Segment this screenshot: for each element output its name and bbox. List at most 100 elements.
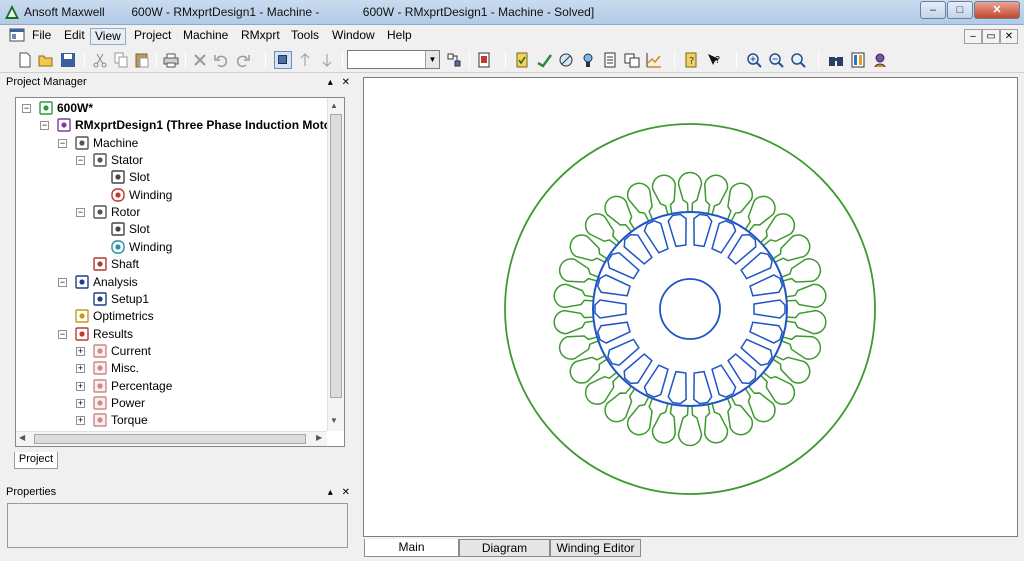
- context-help-icon[interactable]: ?: [705, 51, 723, 69]
- stator-slot-outline: [677, 171, 703, 213]
- zoom-in-icon[interactable]: [745, 51, 763, 69]
- expand-icon[interactable]: +: [76, 364, 85, 374]
- project-icon: [39, 101, 53, 115]
- cut-icon[interactable]: [91, 51, 109, 69]
- scroll-left-icon[interactable]: ◀: [19, 433, 25, 442]
- menu-file[interactable]: File: [28, 28, 55, 45]
- expand-icon[interactable]: +: [76, 416, 85, 426]
- menu-view[interactable]: View: [90, 28, 126, 45]
- mdi-close-button[interactable]: ✕: [1000, 29, 1018, 44]
- collapse-icon[interactable]: −: [40, 121, 49, 131]
- select-mode-icon[interactable]: [274, 51, 292, 69]
- tree-item-label: Analysis: [93, 274, 138, 289]
- move-down-icon[interactable]: [318, 51, 336, 69]
- print-icon[interactable]: [162, 51, 180, 69]
- pin-icon[interactable]: ▴: [328, 487, 333, 498]
- zoom-out-icon[interactable]: [767, 51, 785, 69]
- scroll-up-icon[interactable]: ▲: [330, 101, 338, 110]
- new-file-icon[interactable]: [16, 51, 34, 69]
- optimetrics-icon[interactable]: [579, 51, 597, 69]
- open-folder-icon[interactable]: [37, 51, 55, 69]
- window-title: Ansoft Maxwell 600W - RMxprtDesign1 - Ma…: [24, 5, 595, 19]
- scroll-right-icon[interactable]: ▶: [316, 433, 322, 442]
- stator-slot: [744, 385, 776, 423]
- tree-horizontal-scrollbar[interactable]: ◀ ▶: [16, 431, 327, 446]
- tree-item-label: Slot: [129, 170, 150, 185]
- menu-window[interactable]: Window: [328, 28, 379, 45]
- save-icon[interactable]: [59, 51, 77, 69]
- svg-text:?: ?: [715, 55, 720, 66]
- panel-close-icon[interactable]: ✕: [342, 487, 350, 498]
- design-properties-icon[interactable]: [871, 51, 889, 69]
- zoom-fit-icon[interactable]: [789, 51, 807, 69]
- analyze-all-icon[interactable]: [557, 51, 575, 69]
- pin-icon[interactable]: ▴: [328, 77, 333, 88]
- tab-winding-editor[interactable]: Winding Editor: [550, 539, 641, 557]
- collapse-icon[interactable]: −: [76, 156, 85, 166]
- undo-icon[interactable]: [212, 51, 230, 69]
- tree-item-label: Percentage: [111, 378, 173, 393]
- setup-icon: [93, 292, 107, 306]
- toolbar-separator: [342, 51, 343, 69]
- tree-item-label: Current: [111, 343, 152, 358]
- menu-tools[interactable]: Tools: [287, 28, 323, 45]
- stator-slot: [786, 283, 827, 309]
- toolbar-separator: [185, 51, 186, 69]
- collapse-icon[interactable]: −: [58, 329, 67, 339]
- analyze-icon[interactable]: [535, 51, 553, 69]
- tree-vertical-scrollbar[interactable]: ▲ ▼: [327, 98, 344, 431]
- report-icon[interactable]: [623, 51, 641, 69]
- slot-icon: [111, 170, 125, 185]
- menu-project[interactable]: Project: [130, 28, 175, 45]
- mdi-minimize-button[interactable]: –: [964, 29, 982, 44]
- help-topics-icon[interactable]: ?: [683, 51, 701, 69]
- expand-icon[interactable]: +: [76, 398, 85, 408]
- mdi-restore-button[interactable]: ▭: [982, 29, 1000, 44]
- minimize-button[interactable]: –: [920, 1, 946, 19]
- vertical-scroll-thumb[interactable]: [330, 114, 342, 398]
- chart-icon[interactable]: [645, 51, 663, 69]
- view-combo[interactable]: ▼: [347, 50, 440, 69]
- collapse-icon[interactable]: −: [22, 104, 31, 113]
- machine-view-canvas[interactable]: [363, 77, 1018, 537]
- delete-icon[interactable]: [191, 51, 209, 69]
- collapse-icon[interactable]: −: [58, 138, 67, 148]
- scroll-down-icon[interactable]: ▼: [330, 416, 338, 425]
- tree-item-label: Shaft: [111, 257, 140, 272]
- tab-main[interactable]: Main: [364, 539, 459, 557]
- tree-item-label: Slot: [129, 222, 150, 237]
- validate-icon[interactable]: [513, 51, 531, 69]
- redo-icon[interactable]: [234, 51, 252, 69]
- machine-library-icon[interactable]: [475, 51, 493, 69]
- paste-icon[interactable]: [133, 51, 151, 69]
- expand-icon[interactable]: +: [76, 381, 85, 391]
- project-tree: −600W* − RMxprtDesign1 (Three Phase Induct…: [15, 97, 345, 447]
- rotor-slot-outline: [594, 299, 627, 319]
- chevron-down-icon[interactable]: ▼: [425, 51, 439, 68]
- close-button[interactable]: ✕: [974, 1, 1020, 19]
- menu-machine[interactable]: Machine: [179, 28, 232, 45]
- panel-close-icon[interactable]: ✕: [342, 77, 350, 88]
- mdi-document-icon[interactable]: [9, 28, 25, 43]
- menu-rmxprt[interactable]: RMxprt: [237, 28, 284, 45]
- arrange-icon[interactable]: [445, 51, 463, 69]
- tab-project[interactable]: Project: [14, 452, 58, 469]
- stator-slot: [744, 195, 776, 233]
- stator-slot: [786, 309, 827, 335]
- collapse-icon[interactable]: −: [76, 208, 85, 218]
- results-icon[interactable]: [601, 51, 619, 69]
- binoculars-icon[interactable]: [827, 51, 845, 69]
- menu-edit[interactable]: Edit: [60, 28, 89, 45]
- stator-slot-outline: [604, 195, 636, 233]
- menu-help[interactable]: Help: [383, 28, 416, 45]
- tab-diagram[interactable]: Diagram: [459, 539, 550, 557]
- move-up-icon[interactable]: [296, 51, 314, 69]
- maximize-button[interactable]: □: [947, 1, 973, 19]
- horizontal-scroll-thumb[interactable]: [34, 434, 306, 444]
- copy-icon[interactable]: [112, 51, 130, 69]
- collapse-icon[interactable]: −: [58, 277, 67, 287]
- rotor-slot-outline: [693, 213, 713, 248]
- properties-icon[interactable]: [849, 51, 867, 69]
- rotor-slot: [753, 299, 786, 319]
- expand-icon[interactable]: +: [76, 346, 85, 356]
